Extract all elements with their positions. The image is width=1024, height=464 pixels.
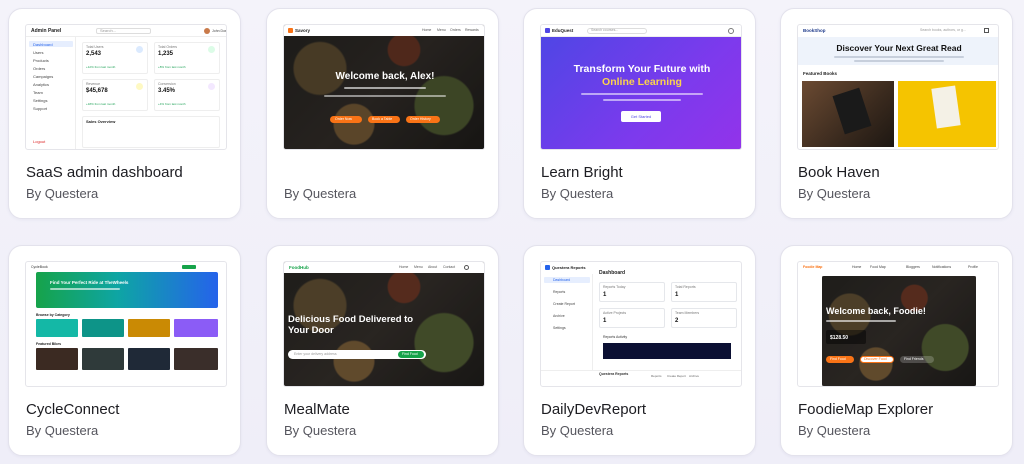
card-author: By Questera [26, 186, 99, 201]
card-preview-image: Foodie Map Home Food Map Bloggers Notifi… [797, 261, 999, 387]
template-card-cycleconnect[interactable]: CycleBook Find Your Perfect Ride at TheW… [8, 245, 241, 456]
template-card-mealmate[interactable]: FoodHub Home Menu About Contact Deliciou… [266, 245, 499, 456]
user-icon [728, 28, 734, 34]
card-author: By Questera [284, 423, 357, 438]
avatar [204, 28, 210, 34]
card-title: FoodieMap Explorer [798, 401, 934, 418]
template-card-book-haven[interactable]: BookShop Search books, authors, or g... … [780, 8, 1013, 219]
template-card-savory[interactable]: Savory Home Menu Orders Rewards Welcome … [266, 8, 499, 219]
card-preview-image: Questera Reports Dashboard Reports Creat… [540, 261, 742, 387]
card-author: By Questera [798, 186, 871, 201]
card-author: By Questera [26, 423, 99, 438]
card-author: By Questera [541, 423, 614, 438]
card-author: By Questera [798, 423, 871, 438]
card-preview-image: BookShop Search books, authors, or g... … [797, 24, 999, 150]
card-preview-image: FoodHub Home Menu About Contact Deliciou… [283, 261, 485, 387]
card-title: SaaS admin dashboard [26, 164, 183, 181]
template-card-dailydevreport[interactable]: Questera Reports Dashboard Reports Creat… [523, 245, 756, 456]
card-title: CycleConnect [26, 401, 120, 418]
template-card-saas-admin-dashboard[interactable]: Admin Panel Search... John Doe Dashboard… [8, 8, 241, 219]
card-title: Learn Bright [541, 164, 623, 181]
user-icon [464, 265, 469, 270]
card-title: DailyDevReport [541, 401, 647, 418]
card-title: MealMate [284, 401, 350, 418]
card-preview-image: EduQuest Search courses... Transform You… [540, 24, 742, 150]
template-card-foodiemap-explorer[interactable]: Foodie Map Home Food Map Bloggers Notifi… [780, 245, 1013, 456]
card-preview-image: Admin Panel Search... John Doe Dashboard… [25, 24, 227, 150]
card-title: Book Haven [798, 164, 880, 181]
cart-icon [984, 28, 989, 33]
preview-brand: Admin Panel [31, 28, 62, 34]
template-card-learn-bright[interactable]: EduQuest Search courses... Transform You… [523, 8, 756, 219]
card-preview-image: CycleBook Find Your Perfect Ride at TheW… [25, 261, 227, 387]
card-author: By Questera [541, 186, 614, 201]
card-preview-image: Savory Home Menu Orders Rewards Welcome … [283, 24, 485, 150]
card-author: By Questera [284, 186, 357, 201]
